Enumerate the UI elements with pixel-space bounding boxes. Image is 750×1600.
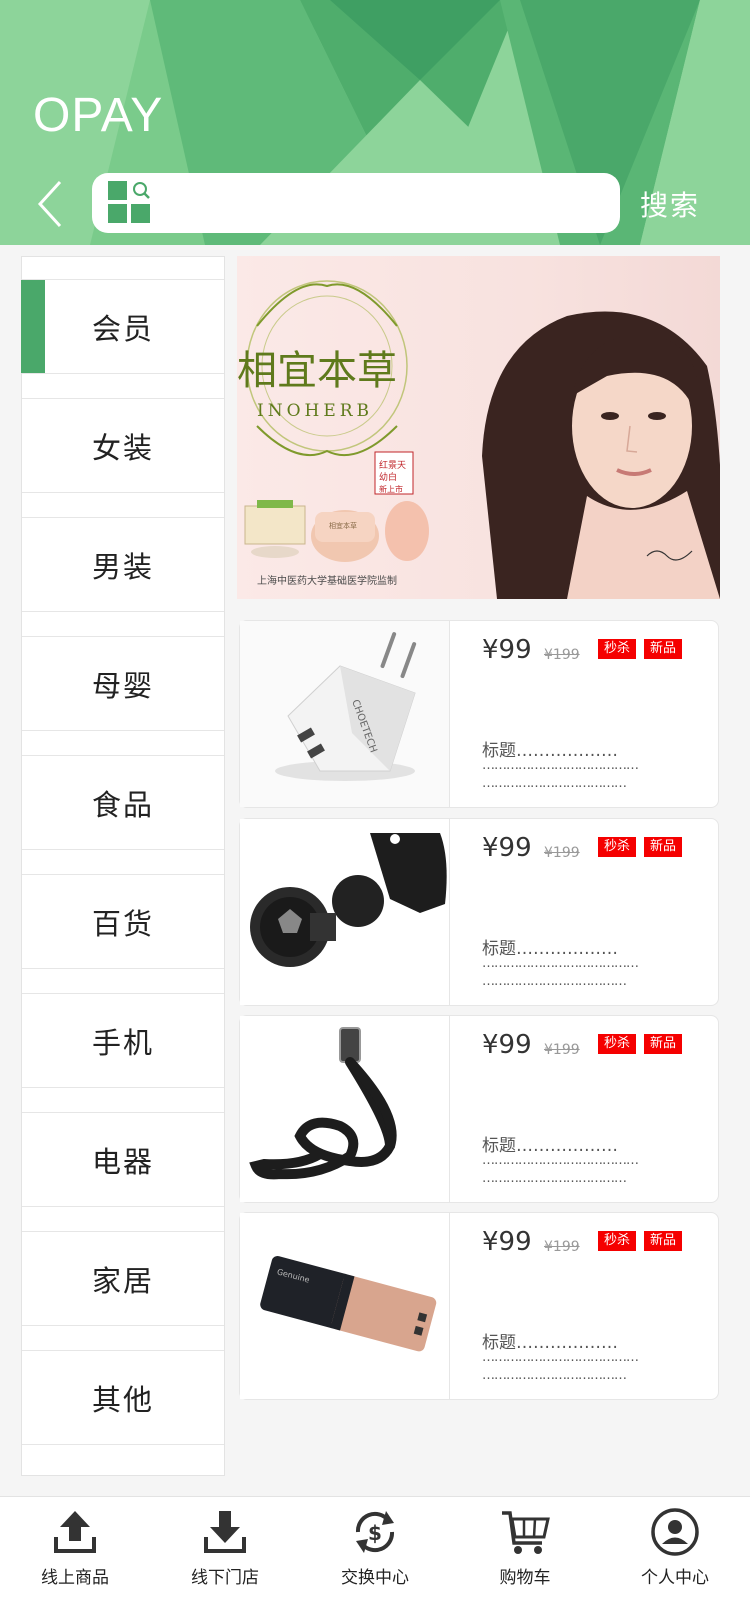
nav-item-profile[interactable]: 个人中心 — [600, 1497, 750, 1600]
product-old-price: ¥199 — [544, 1239, 580, 1255]
bottom-navigation: 线上商品 线下门店 $ 交换中心 购物车 个人中心 — [0, 1496, 750, 1600]
shopping-cart-icon — [502, 1511, 550, 1554]
category-label: 母婴 — [91, 668, 154, 703]
product-card[interactable]: Genuine ¥99 ¥199 秒杀 新品 标题……………… ……………………… — [239, 1212, 719, 1400]
new-badge: 新品 — [644, 639, 683, 659]
category-item-other[interactable]: 其他 — [22, 1350, 224, 1445]
product-description-line2: ……………………………… — [482, 1171, 627, 1186]
back-button[interactable] — [30, 178, 70, 230]
nav-label: 购物车 — [499, 1568, 551, 1588]
search-bar[interactable] — [92, 173, 620, 233]
category-sidebar: 会员 女装 男装 母婴 食品 百货 手机 电器 家居 其他 — [21, 256, 225, 1476]
product-card[interactable]: ¥99 ¥199 秒杀 新品 标题……………… ………………………………… ……… — [239, 818, 719, 1006]
category-search-icon — [108, 181, 150, 223]
product-price: ¥99 — [482, 635, 532, 665]
chevron-left-icon — [37, 180, 62, 228]
user-circle-icon — [651, 1508, 699, 1556]
flash-sale-badge: 秒杀 — [598, 639, 637, 659]
belt-image — [240, 1016, 449, 1202]
category-label: 电器 — [91, 1144, 154, 1179]
nav-item-offline-stores[interactable]: 线下门店 — [150, 1497, 300, 1600]
category-item-general[interactable]: 百货 — [22, 874, 224, 969]
category-label: 女装 — [91, 430, 154, 465]
nav-item-exchange-center[interactable]: $ 交换中心 — [300, 1497, 450, 1600]
new-badge: 新品 — [644, 837, 683, 857]
nav-label: 个人中心 — [641, 1568, 709, 1588]
product-price: ¥99 — [482, 1227, 532, 1257]
new-badge: 新品 — [644, 1034, 683, 1054]
search-input[interactable] — [164, 183, 604, 223]
svg-text:$: $ — [368, 1521, 382, 1545]
upload-tray-icon — [54, 1511, 96, 1553]
product-thumbnail: Genuine — [240, 1213, 450, 1399]
search-button[interactable]: 搜索 — [640, 184, 700, 224]
nav-label: 交换中心 — [341, 1568, 409, 1588]
category-item-appliances[interactable]: 电器 — [22, 1112, 224, 1207]
product-price: ¥99 — [482, 833, 532, 863]
app-header: OPAY 搜索 — [0, 0, 750, 245]
product-description-line1: ………………………………… — [482, 1350, 639, 1365]
nav-label: 线上商品 — [41, 1568, 109, 1588]
svg-text:相宜本草: 相宜本草 — [329, 521, 357, 530]
category-item-home[interactable]: 家居 — [22, 1231, 224, 1326]
banner-brand-cn: 相宜本草 — [237, 348, 397, 394]
power-bank-image: Genuine — [240, 1213, 449, 1399]
usb-charger-image: CHOETECH — [240, 621, 449, 807]
flash-sale-badge: 秒杀 — [598, 1034, 637, 1054]
product-thumbnail — [240, 1016, 450, 1202]
product-old-price: ¥199 — [544, 845, 580, 861]
category-item-phones[interactable]: 手机 — [22, 993, 224, 1088]
category-label: 其他 — [91, 1382, 154, 1417]
nav-item-online-products[interactable]: 线上商品 — [0, 1497, 150, 1600]
product-old-price: ¥199 — [544, 647, 580, 663]
product-price: ¥99 — [482, 1030, 532, 1060]
product-thumbnail: CHOETECH — [240, 621, 450, 807]
nav-item-cart[interactable]: 购物车 — [450, 1497, 600, 1600]
category-item-vip[interactable]: 会员 — [21, 279, 224, 374]
brand-logo-text: OPAY — [33, 89, 164, 142]
product-description-line1: ………………………………… — [482, 956, 639, 971]
banner-brand-en: INOHERB — [257, 401, 373, 421]
new-badge: 新品 — [644, 1231, 683, 1251]
car-mount-image — [240, 819, 449, 1005]
banner-stamp-line3: 新上市 — [379, 484, 403, 494]
banner-stamp-line2: 幼白 — [379, 471, 397, 483]
product-description-line2: ……………………………… — [482, 1368, 627, 1383]
nav-label: 线下门店 — [191, 1568, 259, 1588]
product-description-line1: ………………………………… — [482, 1153, 639, 1168]
product-description-line2: ……………………………… — [482, 974, 627, 989]
category-label: 食品 — [91, 787, 154, 822]
banner-stamp-line1: 红景天 — [379, 459, 406, 471]
category-label: 男装 — [91, 549, 154, 584]
flash-sale-badge: 秒杀 — [598, 1231, 637, 1251]
category-label: 家居 — [91, 1263, 154, 1298]
product-thumbnail — [240, 819, 450, 1005]
category-label: 手机 — [91, 1025, 154, 1060]
product-old-price: ¥199 — [544, 1042, 580, 1058]
category-item-womens[interactable]: 女装 — [22, 398, 224, 493]
category-label: 百货 — [91, 906, 154, 941]
download-tray-icon — [204, 1511, 246, 1553]
category-item-food[interactable]: 食品 — [22, 755, 224, 850]
product-card[interactable]: ¥99 ¥199 秒杀 新品 标题……………… ………………………………… ……… — [239, 1015, 719, 1203]
product-description-line2: ……………………………… — [482, 776, 627, 791]
product-description-line1: ………………………………… — [482, 758, 639, 773]
category-item-mens[interactable]: 男装 — [22, 517, 224, 612]
promo-banner[interactable]: 相宜本草 INOHERB 红景天 幼白 新上市 相宜本草 上海中医药大学基础医学… — [237, 256, 720, 599]
banner-artwork: 相宜本草 INOHERB 红景天 幼白 新上市 相宜本草 上海中医药大学基础医学… — [237, 280, 720, 599]
category-item-baby[interactable]: 母婴 — [22, 636, 224, 731]
currency-exchange-icon: $ — [355, 1511, 395, 1553]
product-card[interactable]: CHOETECH ¥99 ¥199 秒杀 新品 标题……………… …………………… — [239, 620, 719, 808]
banner-footer-text: 上海中医药大学基础医学院监制 — [257, 574, 397, 587]
category-label: 会员 — [91, 311, 154, 346]
flash-sale-badge: 秒杀 — [598, 837, 637, 857]
